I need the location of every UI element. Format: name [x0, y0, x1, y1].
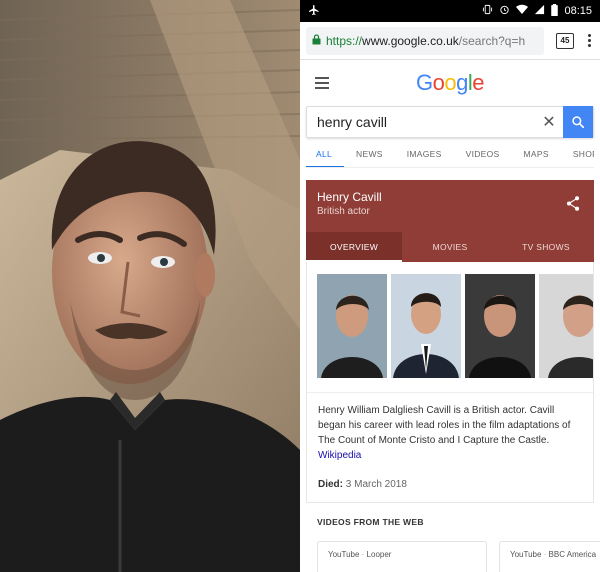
kp-tabs: OVERVIEW MOVIES TV SHOWS [306, 232, 594, 262]
search-bar: henry cavill ✕ [306, 106, 594, 138]
url-host: www.google.co.uk [362, 33, 459, 48]
google-header: Google [300, 60, 600, 106]
battery-icon [551, 3, 559, 19]
search-input[interactable]: henry cavill [307, 114, 535, 130]
tab-videos[interactable]: VIDEOS [454, 140, 512, 167]
kp-died-row: Died: 3 March 2018 [307, 469, 593, 502]
airplane-mode-icon [308, 4, 328, 19]
alarm-icon [499, 4, 510, 18]
kp-image-3[interactable] [465, 274, 535, 378]
selfie-photo [0, 0, 300, 572]
died-value: 3 March 2018 [345, 479, 407, 490]
knowledge-panel-header: Henry Cavill British actor OVERVIEW MOVIE… [306, 180, 594, 262]
google-logo-letter: g [456, 70, 468, 95]
kp-image-2[interactable] [391, 274, 461, 378]
google-logo-letter: G [415, 70, 433, 95]
wikipedia-link[interactable]: Wikipedia [318, 450, 361, 461]
video-source: YouTube [328, 550, 360, 559]
share-icon[interactable] [566, 196, 580, 216]
url-scheme: https:// [326, 33, 363, 48]
search-tabs: ALLNEWSIMAGESVIDEOSMAPSSHOPPI [306, 140, 594, 168]
kp-title[interactable]: Henry Cavill [317, 190, 382, 204]
signal-icon [534, 4, 545, 18]
phone-screen: 08:15 https://www.google.co.uk/search?q=… [300, 0, 600, 572]
vibrate-icon [482, 4, 493, 18]
url-path: /search?q=h [458, 33, 526, 48]
search-button[interactable] [563, 106, 593, 138]
kp-tab-tv-shows[interactable]: TV SHOWS [498, 232, 594, 262]
selfie-illustration [0, 0, 300, 572]
google-logo-letter: e [472, 70, 484, 95]
video-card[interactable]: YouTube · Looper [317, 541, 487, 572]
tab-images[interactable]: IMAGES [395, 140, 454, 167]
tab-shoppi[interactable]: SHOPPI [561, 140, 594, 167]
kp-image-carousel [307, 262, 593, 393]
died-label: Died: [318, 479, 343, 490]
kp-tab-overview[interactable]: OVERVIEW [306, 232, 402, 262]
tab-all[interactable]: ALL [306, 140, 345, 167]
search-icon [572, 116, 585, 129]
video-card[interactable]: YouTube · BBC America [499, 541, 600, 572]
clear-search-icon[interactable]: ✕ [535, 112, 563, 132]
google-logo[interactable]: Google [415, 70, 485, 96]
browser-toolbar: https://www.google.co.uk/search?q=h 45 [300, 22, 600, 60]
kp-description-text: Henry William Dalgliesh Cavill is a Brit… [318, 405, 571, 446]
status-bar: 08:15 [300, 0, 600, 22]
kp-image-1[interactable] [317, 274, 387, 378]
overflow-menu-icon[interactable] [584, 34, 594, 47]
clock: 08:15 [564, 5, 592, 17]
google-logo-letter: o [432, 70, 445, 95]
lock-icon [312, 33, 321, 48]
kp-description: Henry William Dalgliesh Cavill is a Brit… [307, 393, 593, 469]
tab-switcher-button[interactable]: 45 [556, 32, 574, 49]
videos-from-web-title: VIDEOS FROM THE WEB [317, 517, 424, 527]
google-logo-letter: o [444, 70, 457, 95]
wifi-icon [516, 4, 529, 18]
kp-subtitle: British actor [317, 206, 370, 217]
tab-news[interactable]: NEWS [344, 140, 395, 167]
tab-maps[interactable]: MAPS [512, 140, 561, 167]
video-source: YouTube [510, 550, 542, 559]
kp-tab-movies[interactable]: MOVIES [402, 232, 498, 262]
kp-image-4[interactable] [539, 274, 593, 378]
video-channel: BBC America [548, 550, 597, 559]
knowledge-panel-card: Henry William Dalgliesh Cavill is a Brit… [306, 262, 594, 503]
hamburger-menu-icon[interactable] [315, 77, 329, 92]
url-field[interactable]: https://www.google.co.uk/search?q=h [306, 26, 544, 55]
video-channel: Looper [366, 550, 392, 559]
videos-carousel: YouTube · Looper YouTube · BBC America [306, 541, 600, 572]
